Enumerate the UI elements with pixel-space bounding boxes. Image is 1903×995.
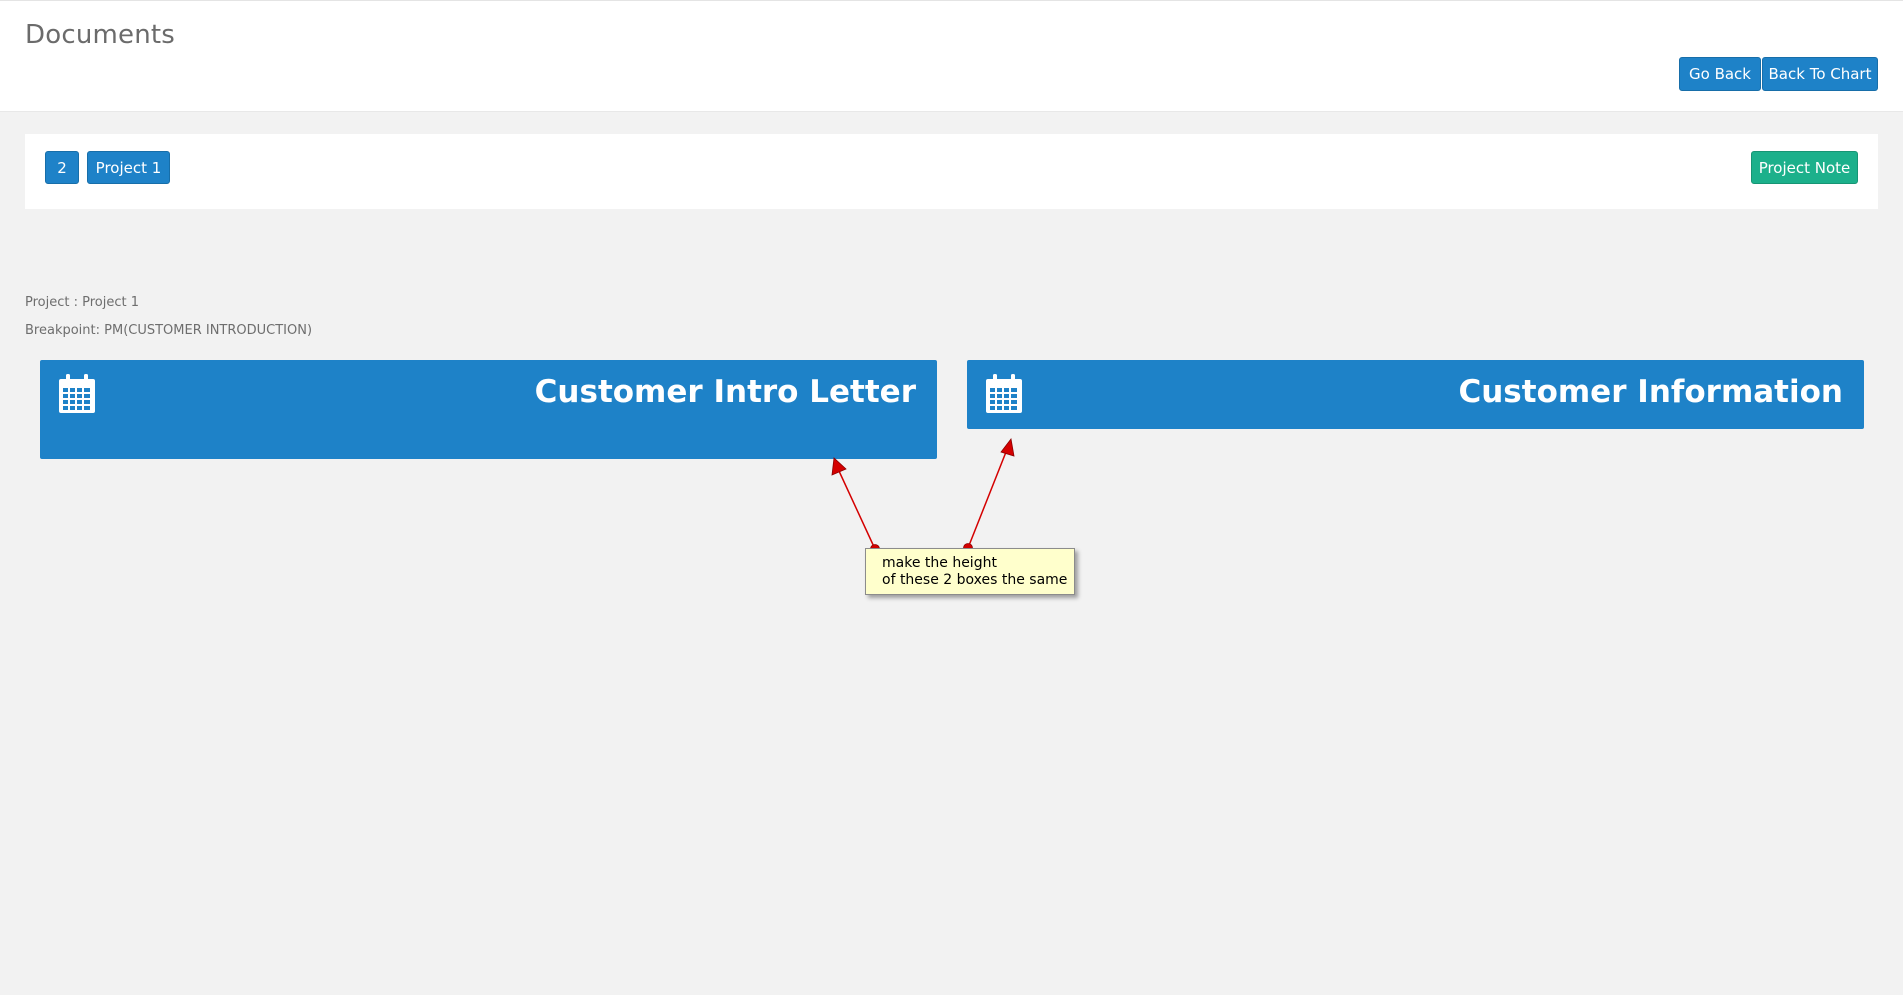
breakpoint-info: Breakpoint: PM(CUSTOMER INTRODUCTION)	[25, 323, 313, 338]
calendar-icon	[986, 374, 1022, 413]
project-bar	[25, 134, 1878, 209]
calendar-icon	[59, 374, 95, 413]
document-box-customer-information[interactable]: Customer Information	[967, 360, 1864, 429]
annotation-arrow-left	[831, 457, 880, 554]
annotation-note: make the height of these 2 boxes the sam…	[865, 548, 1075, 595]
document-title: Customer Intro Letter	[534, 374, 916, 410]
back-to-chart-button[interactable]: Back To Chart	[1762, 57, 1878, 91]
top-header: Documents	[0, 0, 1903, 112]
annotation-arrow-right	[963, 438, 1015, 553]
document-box-customer-intro-letter[interactable]: Customer Intro Letter	[40, 360, 937, 459]
project-button[interactable]: Project 1	[87, 151, 170, 184]
project-info: Project : Project 1	[25, 295, 140, 310]
annotation-line-1: make the height	[882, 555, 997, 571]
go-back-button[interactable]: Go Back	[1679, 57, 1761, 91]
page-title: Documents	[25, 20, 176, 50]
project-note-button[interactable]: Project Note	[1751, 151, 1858, 184]
project-number-button[interactable]: 2	[45, 151, 79, 184]
document-title: Customer Information	[1458, 374, 1843, 410]
annotation-line-2: of these 2 boxes the same	[882, 572, 1068, 588]
